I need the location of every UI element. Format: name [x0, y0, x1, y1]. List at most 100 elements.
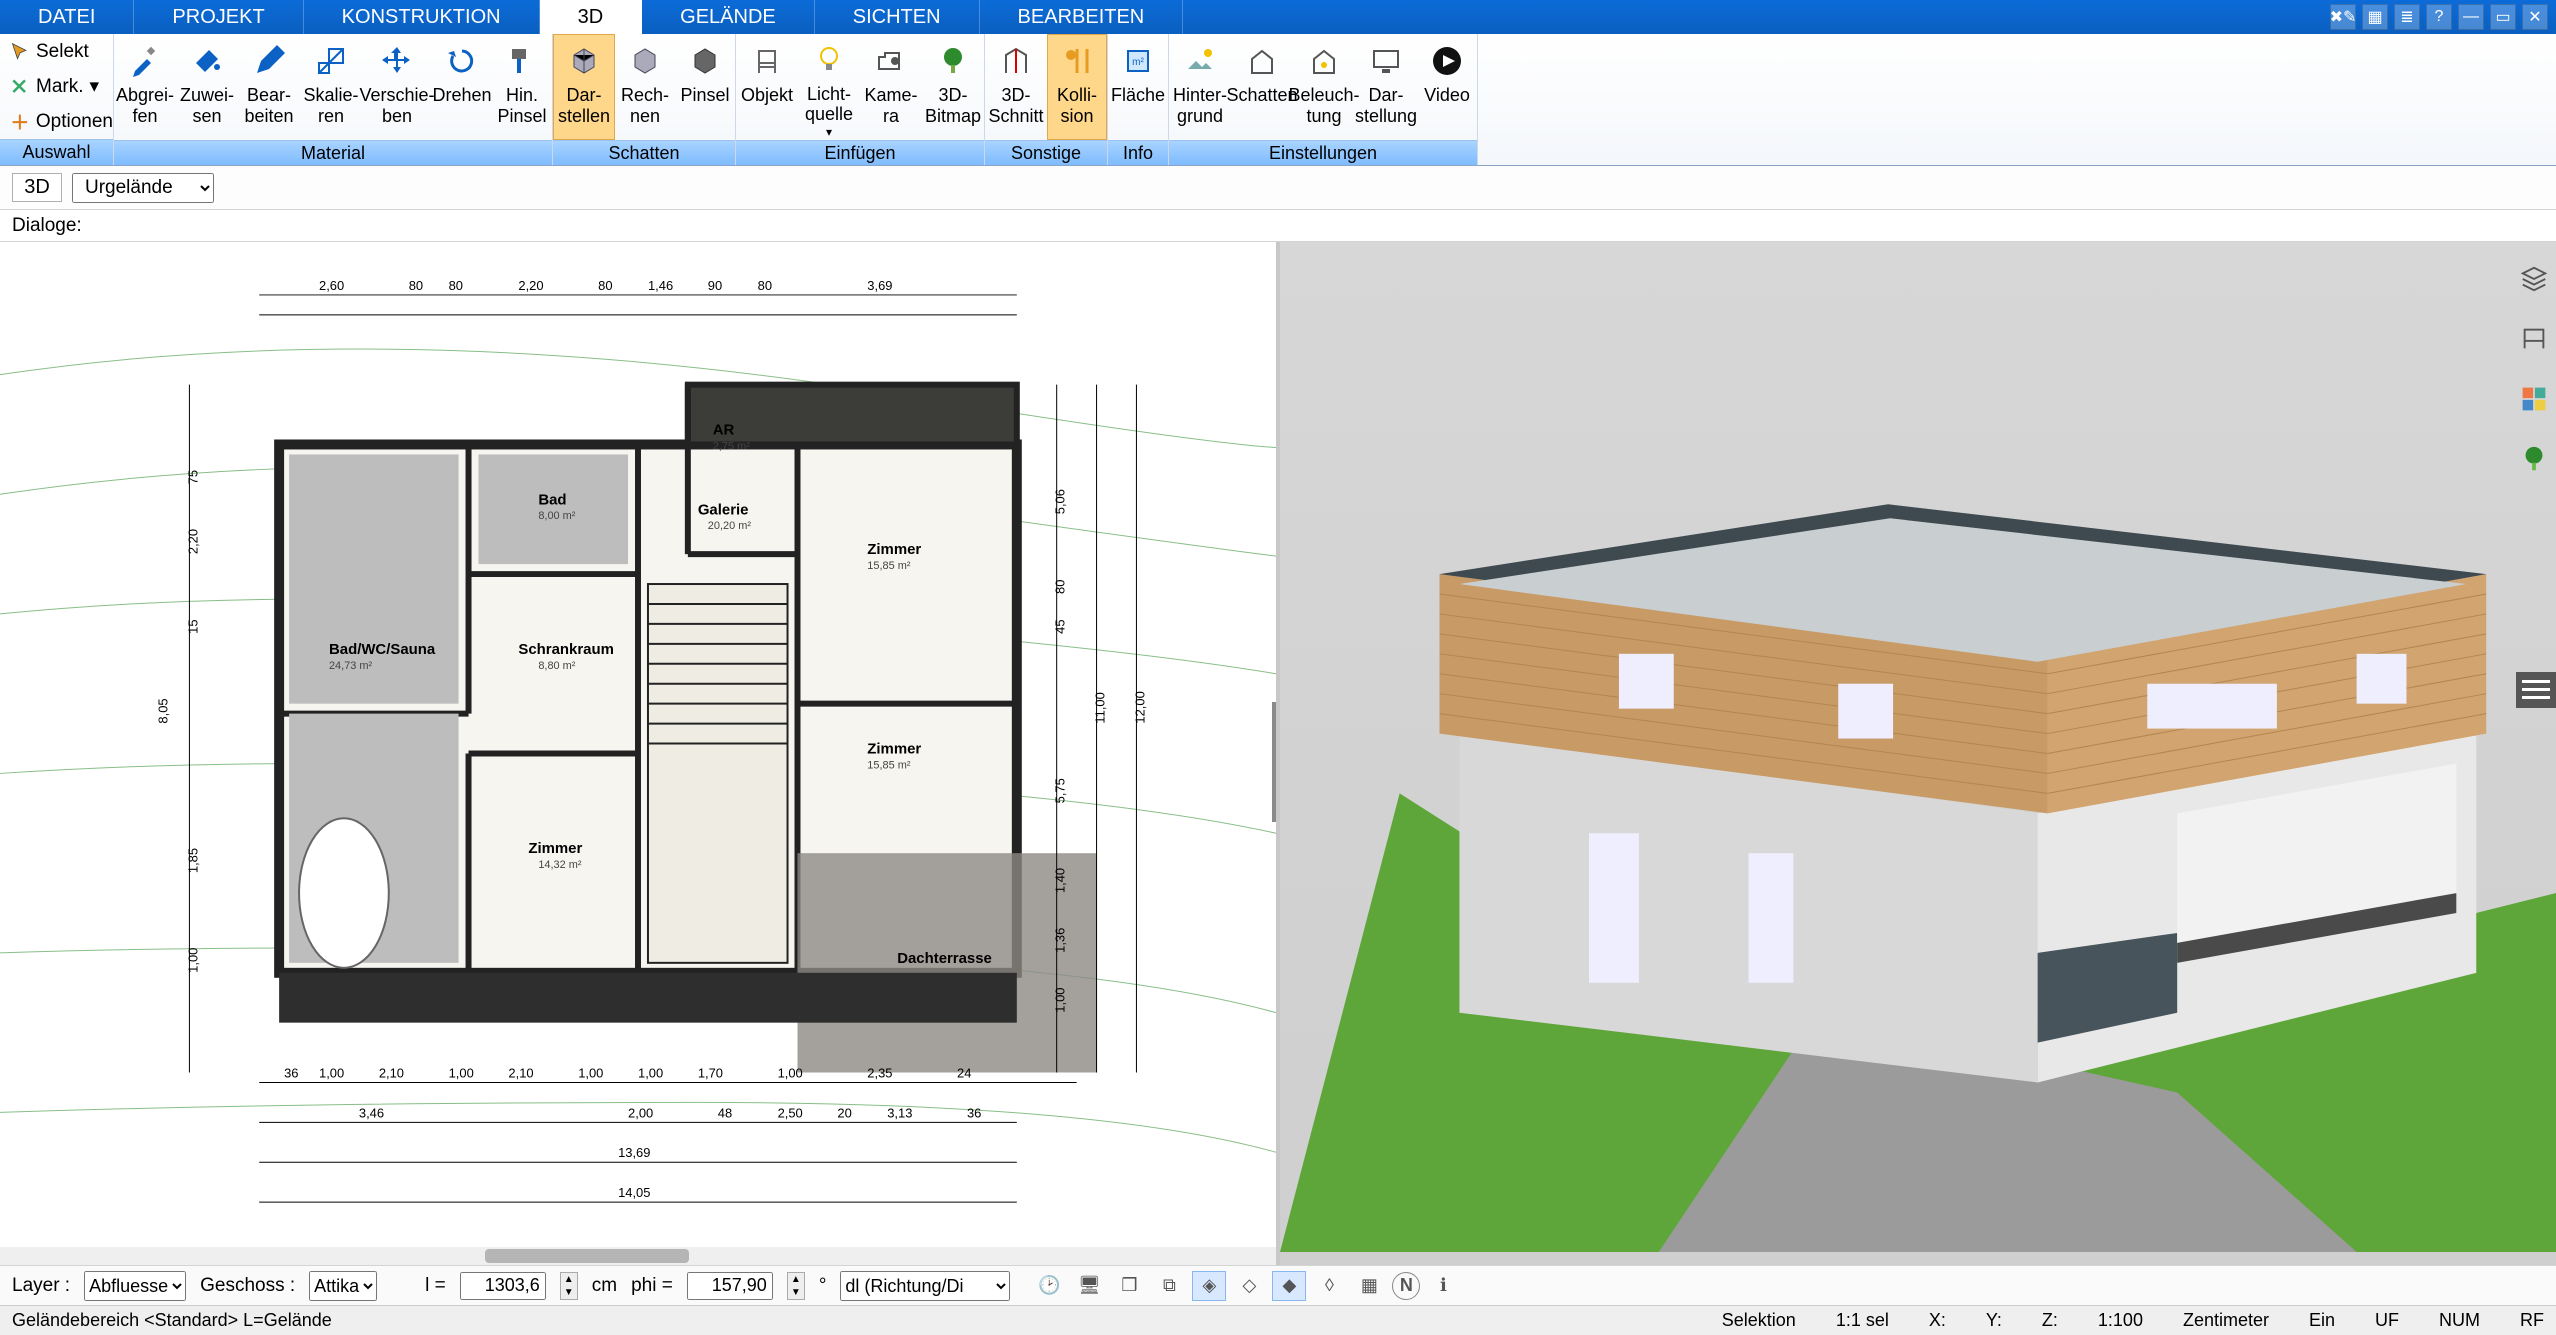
layer-all-icon[interactable]: ◆	[1272, 1271, 1306, 1301]
svg-text:1,00: 1,00	[1053, 988, 1068, 1013]
svg-text:Galerie: Galerie	[698, 501, 749, 518]
clock-icon[interactable]: 🕑	[1032, 1271, 1066, 1301]
titlebar-help-icon[interactable]: ?	[2426, 4, 2452, 30]
titlebar-layers-icon[interactable]: ≣	[2394, 4, 2420, 30]
layer-select[interactable]: Abfluesse	[84, 1271, 186, 1301]
geschoss-label: Geschoss :	[200, 1275, 295, 1297]
hscrollbar[interactable]	[0, 1247, 1276, 1265]
tab-3d[interactable]: 3D	[540, 0, 643, 34]
tree2-icon[interactable]	[2517, 442, 2551, 476]
l-input[interactable]	[460, 1272, 546, 1300]
phi-spinner[interactable]: ▲▼	[787, 1272, 805, 1300]
select-urgelaende[interactable]: Urgelände	[72, 173, 214, 203]
svg-text:Schrankraum: Schrankraum	[518, 641, 613, 658]
btn-beleuchtung[interactable]: Beleuch- tung	[1293, 34, 1355, 140]
btn-rechnen[interactable]: Rech- nen	[615, 34, 675, 140]
btn-kamera[interactable]: Kame- ra	[860, 34, 922, 140]
btn-3dschnitt[interactable]: 3D- Schnitt	[985, 34, 1047, 140]
btn-label: Zuwei- sen	[180, 85, 234, 126]
status-x: X:	[1929, 1310, 1946, 1331]
group-label-sonstige: Sonstige	[985, 140, 1107, 165]
btn-3dbitmap[interactable]: 3D- Bitmap	[922, 34, 984, 140]
svg-text:14,05: 14,05	[618, 1185, 650, 1200]
geschoss-select[interactable]: Attika	[309, 1271, 377, 1301]
close-icon[interactable]: ✕	[2522, 4, 2548, 30]
pane-3d[interactable]	[1280, 242, 2556, 1265]
svg-text:2,75 m²: 2,75 m²	[713, 440, 750, 452]
btn-video[interactable]: Video	[1417, 34, 1477, 140]
svg-text:1,00: 1,00	[638, 1065, 663, 1080]
btn-hinpinsel[interactable]: Hin. Pinsel	[492, 34, 552, 140]
btn-schatten2[interactable]: Schatten	[1231, 34, 1293, 140]
svg-text:24,73 m²: 24,73 m²	[329, 660, 373, 672]
tab-gelaende[interactable]: GELÄNDE	[642, 0, 815, 34]
svg-text:36: 36	[284, 1065, 298, 1080]
btn-darstellen[interactable]: Dar- stellen	[553, 34, 615, 140]
plus-icon: ＋	[10, 112, 30, 132]
tab-projekt[interactable]: PROJEKT	[134, 0, 303, 34]
north-n-icon[interactable]: N	[1392, 1272, 1420, 1300]
svg-text:Zimmer: Zimmer	[528, 840, 582, 857]
collision-icon	[1057, 41, 1097, 81]
svg-text:48: 48	[718, 1105, 732, 1120]
layer-top-icon[interactable]: ◈	[1192, 1271, 1226, 1301]
l-spinner[interactable]: ▲▼	[560, 1272, 578, 1300]
group-label-einfuegen: Einfügen	[736, 140, 984, 165]
btn-pinsel[interactable]: Pinsel	[675, 34, 735, 140]
chip-3d[interactable]: 3D	[12, 173, 62, 202]
tab-bearbeiten[interactable]: BEARBEITEN	[980, 0, 1184, 34]
btn-flaeche[interactable]: m²Fläche	[1108, 34, 1168, 140]
btn-objekt[interactable]: Objekt	[736, 34, 798, 140]
layers-icon[interactable]	[2517, 262, 2551, 296]
btn-abgreifen[interactable]: Abgrei- fen	[114, 34, 176, 140]
chevron-down-icon: ▾	[90, 75, 100, 98]
btn-verschieben[interactable]: Verschie- ben	[362, 34, 432, 140]
side-optionen[interactable]: ＋ Optionen	[0, 104, 113, 139]
3d-scene[interactable]	[1280, 242, 2556, 1265]
side-mark-label: Mark.	[36, 76, 84, 98]
copy-icon[interactable]: ⧉	[1152, 1271, 1186, 1301]
restore-icon[interactable]: ▭	[2490, 4, 2516, 30]
btn-label: 3D- Schnitt	[988, 85, 1043, 126]
btn-label: Kolli- sion	[1057, 85, 1097, 126]
titlebar-grid-icon[interactable]: ▦	[2362, 4, 2388, 30]
dl-select[interactable]: dl (Richtung/Di	[840, 1271, 1010, 1301]
monitor2-icon[interactable]: 🖥	[1072, 1271, 1106, 1301]
group-einstellungen: Hinter- grund Schatten Beleuch- tung Dar…	[1169, 34, 1478, 165]
btn-zuweisen[interactable]: Zuwei- sen	[176, 34, 238, 140]
side-selekt[interactable]: Selekt	[0, 34, 113, 69]
bottom-toolrow: Layer : Abfluesse Geschoss : Attika l = …	[0, 1265, 2556, 1305]
phi-input[interactable]	[687, 1272, 773, 1300]
btn-darstellung[interactable]: Dar- stellung	[1355, 34, 1417, 140]
group-label-material: Material	[114, 140, 552, 165]
grid-icon[interactable]: ▦	[1352, 1271, 1386, 1301]
scrollbar-thumb[interactable]	[485, 1249, 689, 1263]
svg-text:8,80 m²: 8,80 m²	[538, 660, 575, 672]
side-drawer-handle[interactable]	[2516, 672, 2556, 708]
camera-icon	[871, 41, 911, 81]
pane-2d[interactable]: 2,60 80 80 2,20 80 1,46 90 80 3,69	[0, 242, 1280, 1265]
brush-icon	[502, 41, 542, 81]
splitter-handle[interactable]	[1272, 702, 1280, 822]
tab-datei[interactable]: DATEI	[0, 0, 134, 34]
info-icon[interactable]: ℹ	[1426, 1271, 1460, 1301]
floor-plan[interactable]: 2,60 80 80 2,20 80 1,46 90 80 3,69	[0, 242, 1276, 1265]
side-mark[interactable]: Mark. ▾	[0, 69, 113, 104]
minimize-icon[interactable]: —	[2458, 4, 2484, 30]
btn-bearbeiten[interactable]: Bear- beiten	[238, 34, 300, 140]
btn-lichtquelle[interactable]: Licht- quelle▾	[798, 34, 860, 140]
btn-hintergrund[interactable]: Hinter- grund	[1169, 34, 1231, 140]
btn-kollision[interactable]: Kolli- sion	[1047, 34, 1107, 140]
tab-sichten[interactable]: SICHTEN	[815, 0, 980, 34]
tab-konstruktion[interactable]: KONSTRUKTION	[304, 0, 540, 34]
stack-icon[interactable]: ❒	[1112, 1271, 1146, 1301]
layer-mid-icon[interactable]: ◇	[1232, 1271, 1266, 1301]
furniture-icon[interactable]	[2517, 322, 2551, 356]
layer-off-icon[interactable]: ◊	[1312, 1271, 1346, 1301]
status-left: Geländebereich <Standard> L=Gelände	[12, 1310, 332, 1331]
btn-drehen[interactable]: Drehen	[432, 34, 492, 140]
btn-skalieren[interactable]: Skalie- ren	[300, 34, 362, 140]
palette-icon[interactable]	[2517, 382, 2551, 416]
titlebar-tools-icon[interactable]: ✖✎	[2330, 4, 2356, 30]
svg-text:1,85: 1,85	[185, 848, 200, 873]
